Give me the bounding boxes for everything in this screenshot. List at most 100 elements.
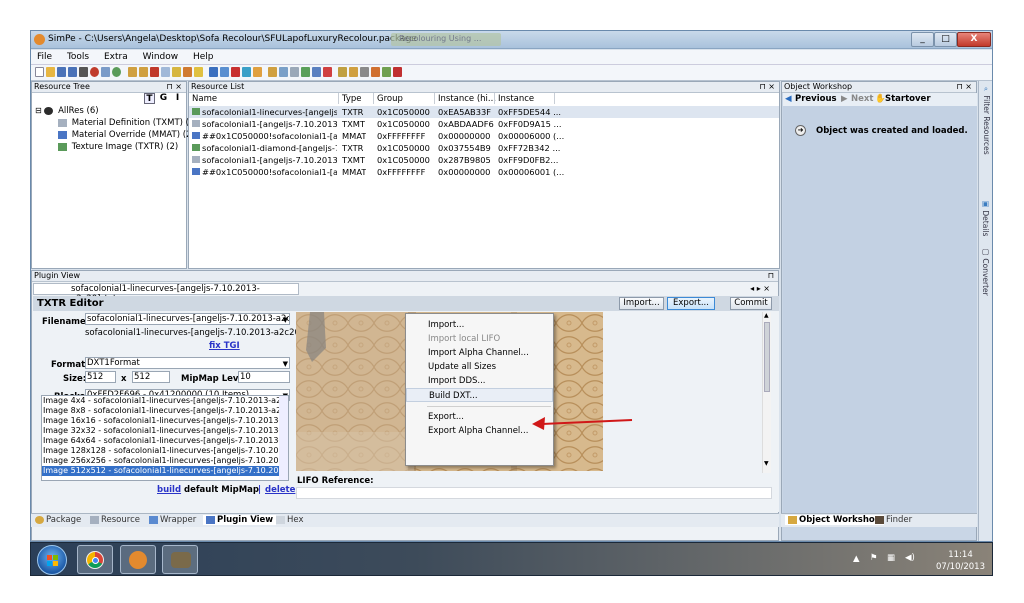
- tab-package[interactable]: Package: [35, 515, 81, 525]
- startover-button[interactable]: Startover: [885, 94, 931, 104]
- scan-icon[interactable]: [139, 67, 148, 77]
- tab-plugin-view[interactable]: Plugin View: [203, 515, 277, 525]
- tree-item-mmat[interactable]: Material Override (MMAT) (2): [58, 130, 195, 140]
- col-type[interactable]: Type: [342, 94, 362, 104]
- save-as-icon[interactable]: [68, 67, 77, 77]
- document-tab[interactable]: sofacolonial1-linecurves-[angeljs-7.10.2…: [33, 283, 299, 304]
- pane-pin-close[interactable]: ⊓ ×: [957, 82, 973, 92]
- import-button[interactable]: Import...: [619, 297, 664, 310]
- collapse-icon[interactable]: ⊟: [35, 106, 42, 115]
- find-icon[interactable]: [220, 67, 229, 77]
- fix-icon[interactable]: [150, 67, 159, 77]
- tree-item-txmt[interactable]: Material Definition (TXMT) (2): [58, 118, 198, 128]
- tree-item-txtr[interactable]: Texture Image (TXTR) (2): [58, 142, 178, 152]
- col-group[interactable]: Group: [377, 94, 403, 104]
- star-icon[interactable]: [194, 67, 203, 77]
- list-item[interactable]: Image 128x128 - sofacolonial1-linecurves…: [42, 446, 288, 456]
- col-name[interactable]: Name: [192, 94, 217, 104]
- web-icon[interactable]: [112, 67, 121, 77]
- next-button[interactable]: Next: [851, 94, 873, 104]
- clock[interactable]: 11:14 07/10/2013: [936, 549, 985, 573]
- package-icon[interactable]: [338, 67, 347, 77]
- open-icon[interactable]: [46, 67, 55, 77]
- maximize-button[interactable]: □: [934, 32, 957, 47]
- previous-button[interactable]: Previous: [795, 94, 837, 104]
- sim-icon[interactable]: [161, 67, 170, 77]
- width-input[interactable]: 512: [85, 371, 116, 383]
- col-instance-hi[interactable]: Instance (hi...: [438, 94, 496, 104]
- scroll-up-icon[interactable]: ▲: [764, 312, 769, 319]
- preview-scrollbar[interactable]: ▲ ▼: [762, 312, 771, 473]
- col-divider[interactable]: [554, 93, 555, 104]
- view-t-button[interactable]: T: [144, 93, 155, 104]
- view-i-button[interactable]: I: [172, 93, 183, 104]
- menu-file[interactable]: File: [31, 50, 58, 64]
- folder-icon[interactable]: [268, 67, 277, 77]
- view-g-button[interactable]: G: [158, 93, 169, 104]
- gimp-taskbar-button[interactable]: [162, 545, 198, 574]
- menu-tools[interactable]: Tools: [61, 50, 95, 64]
- warning-icon[interactable]: [323, 67, 332, 77]
- grid-icon[interactable]: [301, 67, 310, 77]
- plugin-icon[interactable]: [128, 67, 137, 77]
- table-row[interactable]: ##0x1C050000!sofacolonial1-[angelj... MM…: [189, 130, 779, 142]
- list-item-selected[interactable]: Image 512x512 - sofacolonial1-linecurves…: [42, 466, 288, 476]
- tool-icon[interactable]: [90, 67, 99, 77]
- col-instance[interactable]: Instance: [498, 94, 534, 104]
- menu-item-import-alpha[interactable]: Import Alpha Channel...: [406, 346, 553, 360]
- list-item[interactable]: Image 8x8 - sofacolonial1-linecurves-[an…: [42, 406, 288, 416]
- pane-pin-close[interactable]: ⊓ ×: [167, 82, 183, 92]
- filter-resources-tab[interactable]: ⌕ Filter Resources: [981, 85, 991, 155]
- format-dropdown[interactable]: DXT1Format ▼: [85, 357, 290, 369]
- tag-icon[interactable]: [253, 67, 262, 77]
- menu-item-import[interactable]: Import...: [406, 318, 553, 332]
- tab-finder[interactable]: Finder: [875, 515, 912, 525]
- build-link[interactable]: build: [157, 485, 181, 495]
- tab-scroll-arrows[interactable]: ◂ ▸ ×: [750, 284, 770, 293]
- fix-tgi-link[interactable]: fix TGI: [209, 341, 240, 351]
- table-row[interactable]: sofacolonial1-diamond-[angeljs-7.1... TX…: [189, 142, 779, 154]
- lifo-reference-input[interactable]: [296, 487, 772, 499]
- list-item[interactable]: Image 4x4 - sofacolonial1-linecurves-[an…: [42, 396, 288, 406]
- close-button[interactable]: X: [957, 32, 991, 47]
- arrow-icon[interactable]: [242, 67, 251, 77]
- neighborhood-icon[interactable]: [172, 67, 181, 77]
- table-row[interactable]: sofacolonial1-[angeljs-7.10.2013-a2... T…: [189, 118, 779, 130]
- minimize-button[interactable]: _: [911, 32, 934, 47]
- startover-icon[interactable]: ✋: [875, 94, 886, 104]
- table-row[interactable]: ##0x1C050000!sofacolonial1-[angelj... MM…: [189, 166, 779, 178]
- list-item[interactable]: Image 32x32 - sofacolonial1-linecurves-[…: [42, 426, 288, 436]
- tab-wrapper[interactable]: Wrapper: [149, 515, 196, 525]
- list-icon[interactable]: [279, 67, 288, 77]
- network-icon[interactable]: ▦: [887, 553, 895, 563]
- volume-icon[interactable]: ◀): [905, 553, 915, 563]
- converter-tab[interactable]: ▢ Converter: [981, 247, 990, 296]
- lot-icon[interactable]: [183, 67, 192, 77]
- previous-arrow-icon[interactable]: ◀: [785, 94, 792, 104]
- scroll-thumb[interactable]: [764, 322, 770, 392]
- save-icon[interactable]: [57, 67, 66, 77]
- leaf-icon[interactable]: [382, 67, 391, 77]
- tab-object-workshop[interactable]: Object Workshop: [785, 515, 884, 525]
- pane-pin[interactable]: ⊓: [768, 271, 774, 281]
- delete-icon[interactable]: [231, 67, 240, 77]
- camera-icon[interactable]: [360, 67, 369, 77]
- details-tab[interactable]: ▣ Details: [981, 199, 990, 236]
- pane-pin-close[interactable]: ⊓ ×: [760, 82, 776, 92]
- col-divider[interactable]: [494, 93, 495, 104]
- filename-dropdown[interactable]: sofacolonial1-linecurves-[angeljs-7.10.2…: [85, 313, 290, 325]
- menu-item-update-sizes[interactable]: Update all Sizes: [406, 360, 553, 374]
- alert-icon[interactable]: [393, 67, 402, 77]
- start-button[interactable]: [37, 545, 67, 575]
- mipmap-image-list[interactable]: Image 4x4 - sofacolonial1-linecurves-[an…: [41, 395, 289, 481]
- scroll-down-icon[interactable]: ▼: [764, 460, 769, 467]
- tree-icon[interactable]: [290, 67, 299, 77]
- table-row[interactable]: sofacolonial1-[angeljs-7.10.2013-a2... T…: [189, 154, 779, 166]
- list-item[interactable]: Image 16x16 - sofacolonial1-linecurves-[…: [42, 416, 288, 426]
- menu-item-import-dds[interactable]: Import DDS...: [406, 374, 553, 388]
- box-icon[interactable]: [349, 67, 358, 77]
- list-item[interactable]: Image 256x256 - sofacolonial1-linecurves…: [42, 456, 288, 466]
- flag-icon[interactable]: ⚑: [870, 553, 878, 563]
- tray-expand-icon[interactable]: ▲: [853, 554, 860, 564]
- new-icon[interactable]: [35, 67, 44, 77]
